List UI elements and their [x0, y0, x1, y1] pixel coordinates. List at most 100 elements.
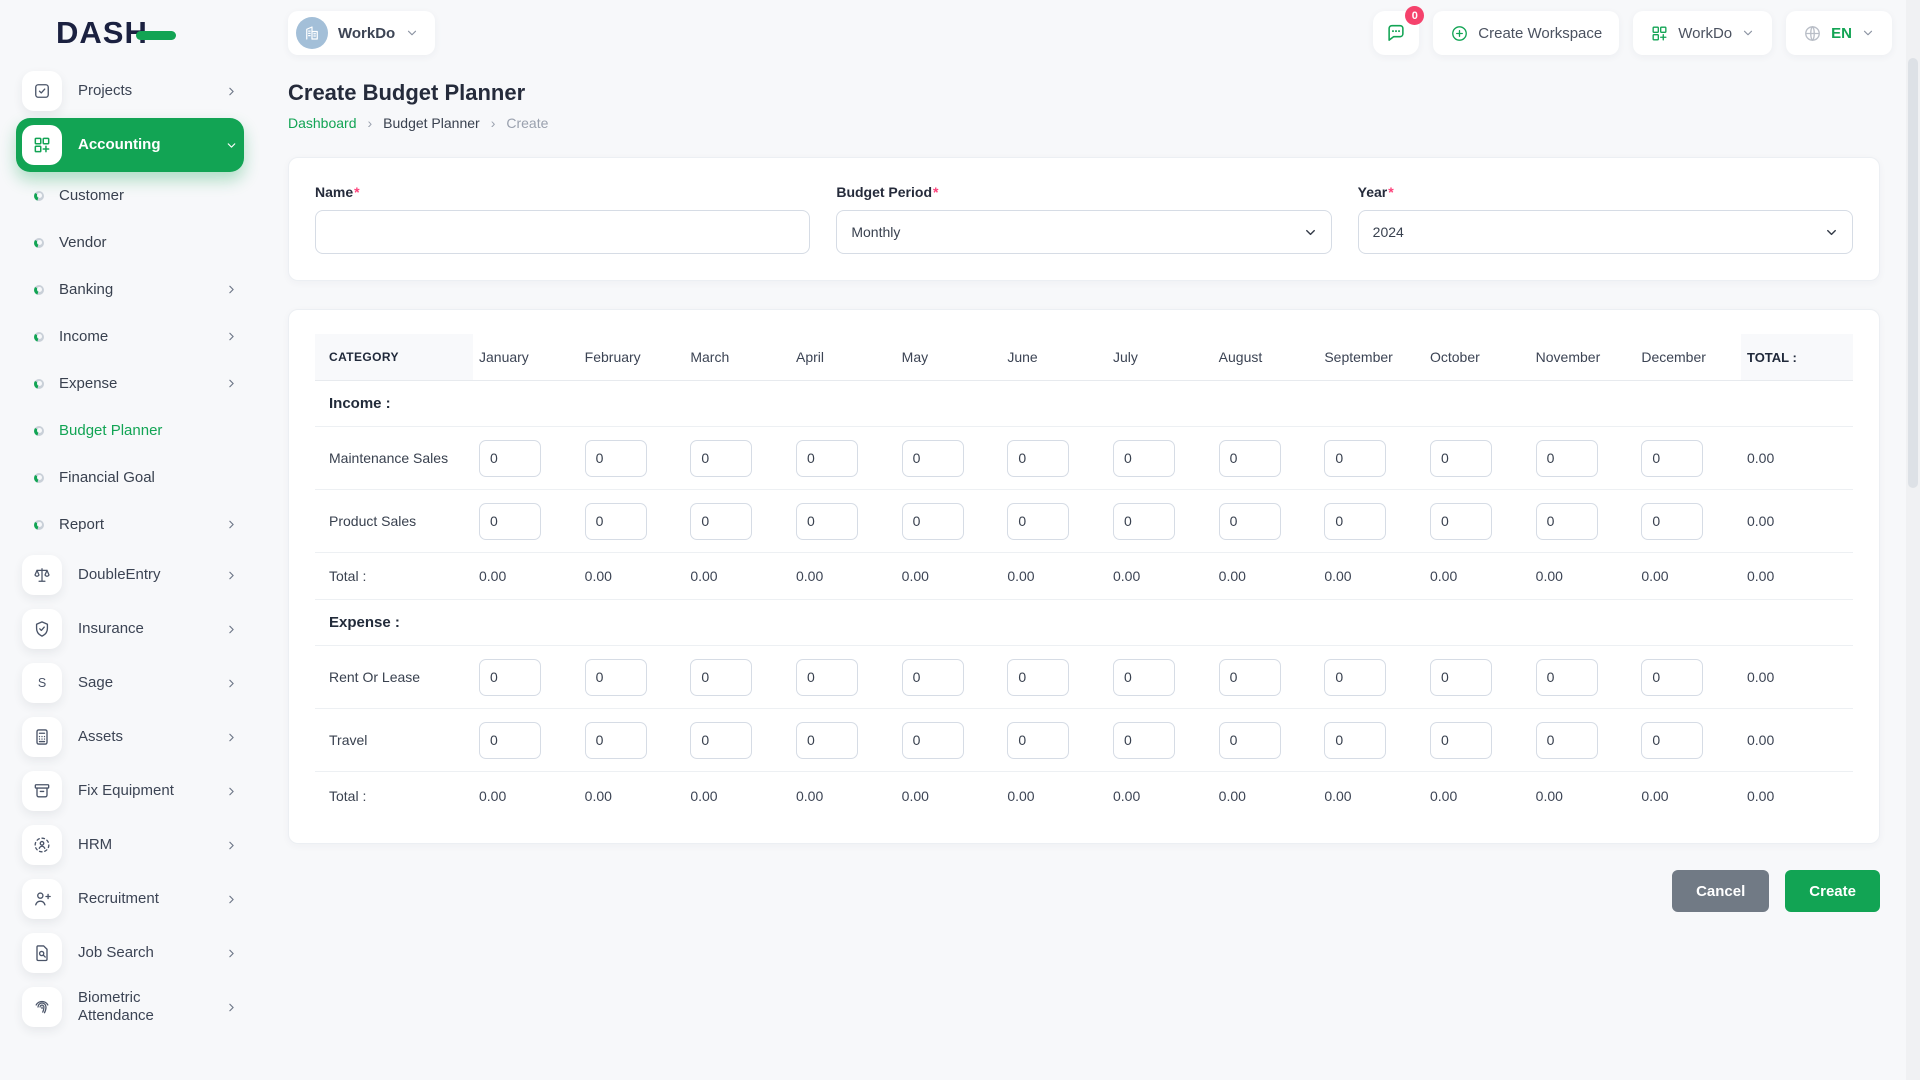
sidebar-item-sage[interactable]: S Sage: [16, 656, 244, 710]
sidebar-item-biometric-attendance[interactable]: Biometric Attendance: [16, 980, 244, 1034]
sidebar-item-label: Projects: [78, 82, 133, 99]
month-total: 0.00: [795, 787, 824, 804]
budget-input-rent-or-lease-november[interactable]: [1535, 658, 1598, 696]
sidebar-item-budget-planner[interactable]: Budget Planner: [16, 407, 244, 454]
scrollbar-track[interactable]: [1906, 0, 1920, 1080]
budget-input-rent-or-lease-may[interactable]: [901, 658, 964, 696]
sidebar-item-job-search[interactable]: Job Search: [16, 926, 244, 980]
month-input-cell: [1424, 721, 1530, 759]
budget-input-travel-march[interactable]: [690, 721, 753, 759]
month-input-cell: [896, 502, 1002, 540]
budget-input-rent-or-lease-march[interactable]: [690, 658, 753, 696]
budget-input-product-sales-march[interactable]: [690, 502, 753, 540]
sidebar-item-vendor[interactable]: Vendor: [16, 219, 244, 266]
cancel-button[interactable]: Cancel: [1672, 870, 1770, 912]
sidebar-item-report[interactable]: Report: [16, 501, 244, 548]
budget-input-travel-december[interactable]: [1641, 721, 1704, 759]
create-button[interactable]: Create: [1785, 870, 1880, 912]
sidebar-item-banking[interactable]: Banking: [16, 266, 244, 313]
workspace-selector[interactable]: WorkDo: [288, 11, 436, 55]
budget-input-maintenance-sales-march[interactable]: [690, 439, 753, 477]
scrollbar-thumb[interactable]: [1908, 58, 1918, 488]
month-input-cell: [1424, 658, 1530, 696]
sidebar-item-assets[interactable]: Assets: [16, 710, 244, 764]
budget-input-rent-or-lease-june[interactable]: [1007, 658, 1070, 696]
app-switcher-button[interactable]: WorkDo: [1633, 11, 1773, 55]
budget-input-rent-or-lease-december[interactable]: [1641, 658, 1704, 696]
budget-input-product-sales-january[interactable]: [479, 502, 541, 540]
month-input-cell: [1530, 721, 1636, 759]
month-input-cell: [1635, 721, 1741, 759]
sidebar-item-income[interactable]: Income: [16, 313, 244, 360]
budget-input-travel-may[interactable]: [901, 721, 964, 759]
budget-input-rent-or-lease-april[interactable]: [795, 658, 858, 696]
budget-input-travel-february[interactable]: [584, 721, 647, 759]
budget-input-rent-or-lease-february[interactable]: [584, 658, 647, 696]
messages-button[interactable]: 0: [1373, 6, 1425, 55]
sidebar-item-fix-equipment[interactable]: Fix Equipment: [16, 764, 244, 818]
budget-input-product-sales-july[interactable]: [1112, 502, 1175, 540]
month-input-cell: [1635, 502, 1741, 540]
budget-input-travel-january[interactable]: [479, 721, 541, 759]
budget-input-product-sales-may[interactable]: [901, 502, 964, 540]
name-input[interactable]: [315, 210, 811, 254]
budget-input-rent-or-lease-january[interactable]: [479, 658, 541, 696]
breadcrumb-budget-planner[interactable]: Budget Planner: [383, 115, 480, 131]
budget-input-travel-august[interactable]: [1218, 721, 1281, 759]
create-workspace-button[interactable]: Create Workspace: [1433, 11, 1620, 55]
budget-input-product-sales-february[interactable]: [584, 502, 647, 540]
budget-input-product-sales-april[interactable]: [795, 502, 858, 540]
budget-input-product-sales-august[interactable]: [1218, 502, 1281, 540]
budget-input-product-sales-december[interactable]: [1641, 502, 1704, 540]
budget-form-card: Name* Budget Period* Monthly Year* 2024: [288, 157, 1880, 281]
budget-input-travel-july[interactable]: [1112, 721, 1175, 759]
budget-input-maintenance-sales-january[interactable]: [479, 439, 541, 477]
sidebar-item-financial-goal[interactable]: Financial Goal: [16, 454, 244, 501]
budget-input-maintenance-sales-september[interactable]: [1324, 439, 1387, 477]
budget-input-maintenance-sales-april[interactable]: [795, 439, 858, 477]
budget-input-maintenance-sales-february[interactable]: [584, 439, 647, 477]
sidebar-item-recruitment[interactable]: Recruitment: [16, 872, 244, 926]
budget-input-travel-june[interactable]: [1007, 721, 1070, 759]
sidebar-item-customer[interactable]: Customer: [16, 172, 244, 219]
budget-input-travel-november[interactable]: [1535, 721, 1598, 759]
sidebar-item-projects[interactable]: Projects: [16, 64, 244, 118]
budget-input-maintenance-sales-july[interactable]: [1112, 439, 1175, 477]
breadcrumb: Dashboard › Budget Planner › Create: [288, 115, 1880, 131]
budget-input-maintenance-sales-june[interactable]: [1007, 439, 1070, 477]
budget-input-product-sales-october[interactable]: [1429, 502, 1492, 540]
month-input-cell: [896, 721, 1002, 759]
budget-input-rent-or-lease-august[interactable]: [1218, 658, 1281, 696]
budget-input-rent-or-lease-september[interactable]: [1324, 658, 1387, 696]
sidebar-item-expense[interactable]: Expense: [16, 360, 244, 407]
chevron-right-icon: [225, 377, 238, 390]
budget-input-product-sales-june[interactable]: [1007, 502, 1070, 540]
month-input-cell: [1635, 658, 1741, 696]
budget-input-travel-april[interactable]: [795, 721, 858, 759]
month-header-march: March: [690, 349, 730, 365]
budget-input-maintenance-sales-august[interactable]: [1218, 439, 1281, 477]
budget-input-travel-september[interactable]: [1324, 721, 1387, 759]
sidebar-item-accounting[interactable]: Accounting: [16, 118, 244, 172]
budget-input-maintenance-sales-december[interactable]: [1641, 439, 1704, 477]
chevron-down-icon: [1861, 26, 1875, 40]
budget-input-product-sales-november[interactable]: [1535, 502, 1598, 540]
brand-logo[interactable]: DASH: [56, 15, 288, 51]
sidebar-item-hrm[interactable]: HRM: [16, 818, 244, 872]
budget-input-travel-october[interactable]: [1429, 721, 1492, 759]
budget-input-rent-or-lease-october[interactable]: [1429, 658, 1492, 696]
sidebar-item-doubleentry[interactable]: DoubleEntry: [16, 548, 244, 602]
budget-row-maintenance-sales: Maintenance Sales 0.00: [315, 427, 1853, 490]
sidebar-item-insurance[interactable]: Insurance: [16, 602, 244, 656]
budget-input-maintenance-sales-october[interactable]: [1429, 439, 1492, 477]
budget-input-rent-or-lease-july[interactable]: [1112, 658, 1175, 696]
section-total-row: Total : 0.00 0.00 0.00 0.00 0.00 0.00 0.00 0.00 0…: [315, 772, 1853, 819]
budget-period-select[interactable]: Monthly: [836, 210, 1332, 254]
year-select[interactable]: 2024: [1357, 210, 1853, 254]
budget-input-maintenance-sales-may[interactable]: [901, 439, 964, 477]
language-selector[interactable]: EN: [1786, 11, 1892, 55]
breadcrumb-dashboard[interactable]: Dashboard: [288, 115, 357, 131]
budget-input-maintenance-sales-november[interactable]: [1535, 439, 1598, 477]
chevron-right-icon: [225, 569, 238, 582]
budget-input-product-sales-september[interactable]: [1324, 502, 1387, 540]
